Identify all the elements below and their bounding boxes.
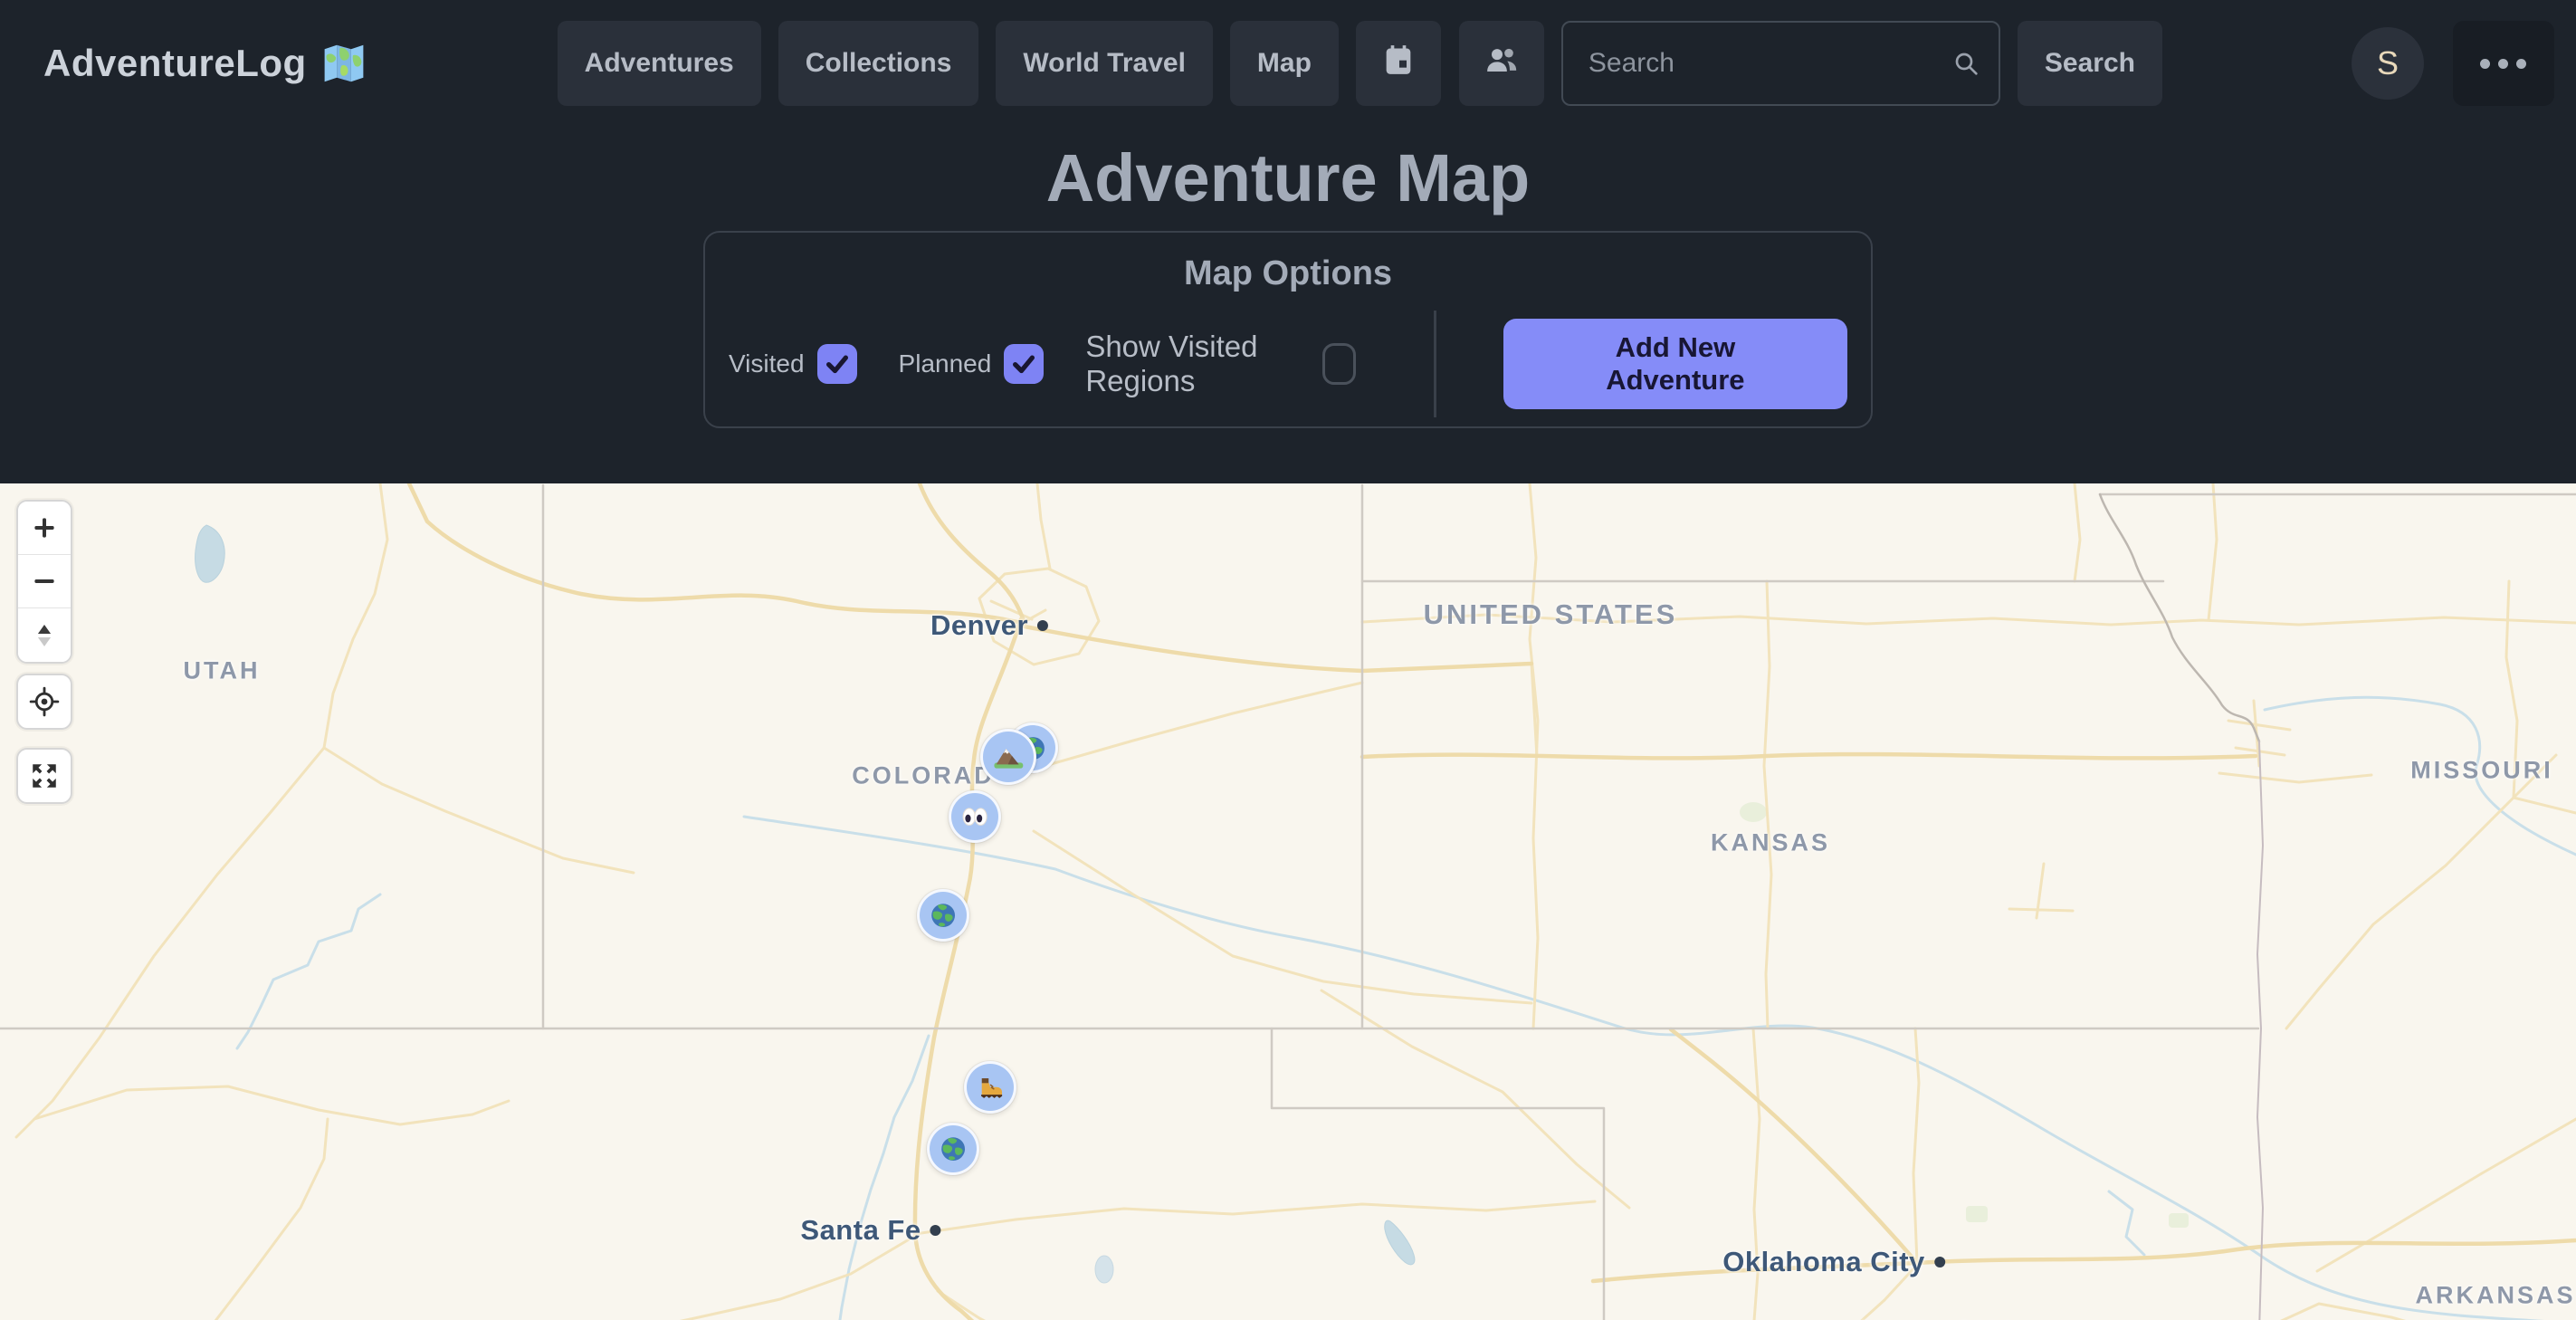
nav-link-world-travel[interactable]: World Travel	[996, 21, 1213, 106]
navbar: AdventureLog AdventuresCollectionsWorld …	[0, 0, 2576, 127]
toggle-visited: Visited	[729, 344, 857, 384]
visited-checkbox[interactable]	[817, 344, 857, 384]
map-options-card: Map Options Visited Planned Show Visited R…	[703, 231, 1873, 428]
hero-section: Adventure Map Map Options Visited Planned…	[0, 139, 2576, 483]
search-button[interactable]: Search	[2018, 21, 2162, 106]
city-label-santa-fe: Santa Fe	[800, 1214, 940, 1247]
avatar[interactable]: S	[2352, 27, 2424, 100]
calendar-icon	[1380, 42, 1417, 85]
map-options-heading: Map Options	[729, 254, 1847, 293]
zoom-in-button[interactable]	[18, 502, 71, 555]
state-label-united-states: UNITED STATES	[1424, 598, 1678, 631]
city-label-denver: Denver	[930, 609, 1048, 642]
toggle-label: Show Visited Regions	[1085, 330, 1310, 398]
city-label-oklahoma-city: Oklahoma City	[1722, 1246, 1945, 1278]
zoom-out-button[interactable]	[18, 555, 71, 608]
brand[interactable]: AdventureLog	[43, 39, 368, 88]
adventure-marker-globe[interactable]	[927, 1123, 979, 1175]
state-label-missouri: MISSOURI	[2410, 757, 2553, 785]
city-name: Santa Fe	[800, 1214, 921, 1247]
users-button[interactable]	[1459, 21, 1544, 106]
toggle-planned: Planned	[899, 344, 1045, 384]
show-visited-regions-checkbox[interactable]	[1322, 343, 1356, 385]
state-label-kansas: KANSAS	[1711, 829, 1830, 857]
search-icon	[1951, 49, 1980, 78]
nav-link-adventures[interactable]: Adventures	[558, 21, 761, 106]
overflow-menu-button[interactable]	[2453, 21, 2554, 106]
city-dot	[1037, 620, 1048, 631]
search-input[interactable]	[1561, 21, 2000, 106]
adventurelog-app: AdventureLog AdventuresCollectionsWorld …	[0, 0, 2576, 1320]
fullscreen-button[interactable]	[16, 748, 72, 804]
brand-name: AdventureLog	[43, 42, 307, 85]
adventure-marker-eyes[interactable]	[949, 790, 1001, 843]
calendar-button[interactable]	[1356, 21, 1441, 106]
nav-link-collections[interactable]: Collections	[778, 21, 979, 106]
planned-checkbox[interactable]	[1004, 344, 1044, 384]
toggle-label: Visited	[729, 349, 805, 378]
nav-link-map[interactable]: Map	[1230, 21, 1339, 106]
nav-right: S	[2352, 21, 2554, 106]
geolocate-button[interactable]	[16, 674, 72, 730]
adventure-map[interactable]: UTAHCOLORADOUNITED STATESKANSASMISSOURIA…	[0, 483, 2576, 1320]
map-basemap	[0, 483, 2576, 1320]
toggle-label: Planned	[899, 349, 992, 378]
city-name: Denver	[930, 609, 1028, 642]
users-icon	[1484, 42, 1520, 85]
add-new-adventure-button[interactable]: Add New Adventure	[1503, 319, 1847, 409]
adventure-marker-boot[interactable]	[964, 1061, 1016, 1114]
map-options-row: Visited Planned Show Visited Regions Add N…	[729, 310, 1847, 418]
city-name: Oklahoma City	[1722, 1246, 1925, 1278]
adventure-marker-mountain[interactable]	[980, 729, 1036, 785]
ellipsis-icon	[2480, 59, 2490, 69]
city-dot	[1934, 1257, 1945, 1267]
nav-center: AdventuresCollectionsWorld TravelMap Sea…	[558, 21, 2162, 106]
divider	[1434, 311, 1436, 417]
world-map-logo-icon	[320, 39, 368, 88]
map-zoom-controls	[16, 500, 72, 664]
page-title: Adventure Map	[0, 139, 2576, 216]
state-label-arkansas: ARKANSAS	[2415, 1282, 2575, 1310]
toggle-show-visited-regions: Show Visited Regions	[1085, 330, 1356, 398]
state-label-utah: UTAH	[184, 657, 261, 685]
adventure-marker-globe[interactable]	[917, 889, 969, 942]
search-wrap	[1561, 21, 2000, 106]
city-dot	[930, 1225, 941, 1236]
compass-pitch-button[interactable]	[18, 608, 71, 662]
state-label-oklahoma: OKLAHOMA	[1855, 1317, 2020, 1320]
